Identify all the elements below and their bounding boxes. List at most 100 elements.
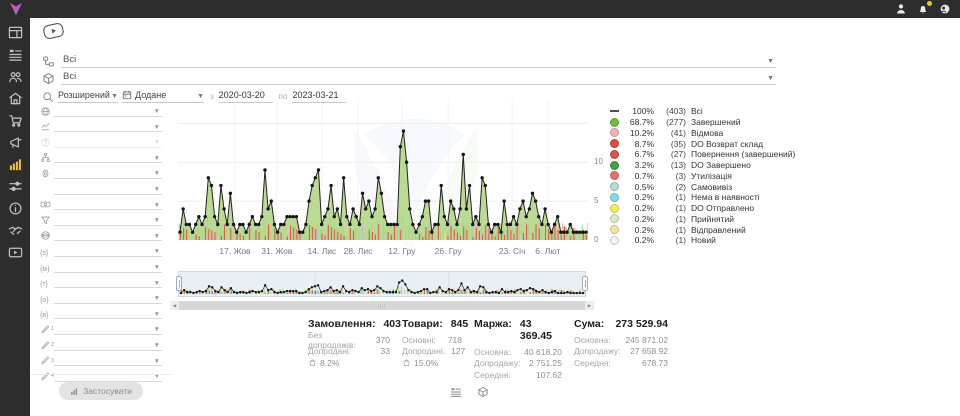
sidebar-item-automation[interactable] bbox=[8, 179, 23, 194]
panel-filter-select[interactable]: ▼ bbox=[54, 323, 162, 335]
panel-filter-var-т: {т}▼ bbox=[40, 273, 162, 289]
panel-filter-select[interactable]: ▼ bbox=[54, 105, 162, 117]
legend-dot-swatch bbox=[610, 128, 619, 137]
notifications-icon[interactable] bbox=[917, 3, 929, 15]
chart-navigator[interactable] bbox=[178, 271, 586, 297]
legend-item[interactable]: 0.2%(1)Нема в наявності bbox=[610, 192, 795, 203]
legend-percent: 0.2% bbox=[624, 235, 654, 245]
panel-filter-select[interactable]: ▼ bbox=[54, 151, 162, 163]
panel-filter-select[interactable]: ▼ bbox=[54, 229, 162, 241]
category-select[interactable]: Всі ▼ bbox=[61, 54, 776, 68]
topbar-actions bbox=[895, 0, 951, 18]
hierarchy-icon bbox=[40, 152, 54, 163]
legend-item[interactable]: 0.2%(1)DO Отправлено bbox=[610, 203, 795, 214]
stat-column: Замовлення:403Без допродажів:370Допродан… bbox=[308, 318, 390, 381]
panel-filter-select[interactable]: ▼ bbox=[54, 198, 162, 210]
sidebar-item-marketing[interactable] bbox=[8, 135, 23, 150]
legend-item[interactable]: 10.2%(41)Відмова bbox=[610, 128, 795, 139]
panel-filter-select[interactable]: ▼ bbox=[54, 167, 162, 179]
stat-sub-value: 245 871.02 bbox=[625, 335, 668, 345]
legend-item[interactable]: 8.7%(35)DO Возврат склад bbox=[610, 138, 795, 149]
stat-column: Сума:273 529.94Основна:245 871.02Допрода… bbox=[574, 318, 668, 381]
cube-icon bbox=[40, 184, 51, 195]
stat-sub-label: Основна: bbox=[474, 347, 511, 357]
legend-item[interactable]: 6.7%(27)Повернення (завершений) bbox=[610, 149, 795, 160]
panel-filter-select[interactable]: ▼ bbox=[54, 292, 162, 304]
sidebar-item-videos[interactable] bbox=[8, 245, 23, 260]
legend-label: DO Возврат склад bbox=[691, 139, 763, 149]
panel-filter-select[interactable]: ▼ bbox=[54, 276, 162, 288]
legend-item[interactable]: 0.5%(2)Самовивіз bbox=[610, 181, 795, 192]
panel-filter-select[interactable]: ▼ bbox=[54, 214, 162, 226]
legend-item[interactable]: 0.2%(1)Відправлений bbox=[610, 224, 795, 235]
panel-filter-var-в: {в}▼ bbox=[40, 304, 162, 320]
view-toggle-icons bbox=[450, 386, 489, 398]
panel-filter-select[interactable]: ▼ bbox=[54, 354, 162, 366]
scrollbar-thumb[interactable]: |||| bbox=[179, 301, 585, 310]
sidebar-item-store[interactable] bbox=[8, 91, 23, 106]
sidebar-item-partners[interactable] bbox=[8, 223, 23, 238]
x-tick-label: 26. Гру bbox=[435, 246, 462, 256]
legend-item[interactable]: 0.7%(3)Утилізація bbox=[610, 171, 795, 182]
legend-label: Прийнятий bbox=[691, 214, 734, 224]
panel-filter-select[interactable]: ▼ bbox=[54, 183, 162, 195]
chevron-down-icon: ▼ bbox=[154, 203, 162, 210]
sidebar-item-dashboard[interactable] bbox=[8, 25, 23, 40]
panel-filter-select[interactable]: ▼ bbox=[54, 261, 162, 273]
legend-count: (277) bbox=[658, 117, 686, 127]
legend-item[interactable]: 100%(403)Всі bbox=[610, 106, 795, 117]
chevron-down-icon: ▼ bbox=[154, 359, 162, 366]
scroll-right-button[interactable]: ▶ bbox=[585, 301, 594, 310]
stat-subrow: Середня:678.73 bbox=[574, 357, 668, 369]
stat-subrow: Допродані:127 bbox=[402, 346, 462, 358]
apply-button[interactable]: Застосувати bbox=[59, 382, 143, 400]
globe-icon bbox=[40, 106, 51, 117]
sidebar-item-analytics[interactable] bbox=[8, 157, 23, 172]
panel-filter-select[interactable]: ▼ bbox=[54, 245, 162, 257]
stat-column: Маржа:43 369.45Основна:40 618.20Допродаж… bbox=[474, 318, 562, 381]
panel-filter-var-м: {м}▼ bbox=[40, 257, 162, 273]
chevron-down-icon: ▼ bbox=[154, 327, 162, 334]
navigator-right-handle[interactable] bbox=[582, 276, 588, 291]
legend-item[interactable]: 0.2%(1)Новий bbox=[610, 235, 795, 246]
legend-label: Всі bbox=[691, 106, 703, 116]
chart-icon bbox=[70, 387, 79, 396]
list-view-icon[interactable] bbox=[450, 386, 462, 398]
legend-item[interactable]: 68.7%(277)Завершений bbox=[610, 117, 795, 128]
orders-chart-card: 0510 17. Жов31. Жов14. Лис28. Лис12. Гру… bbox=[170, 95, 798, 315]
sidebar-item-orders[interactable] bbox=[8, 47, 23, 62]
scroll-left-button[interactable]: ◀ bbox=[170, 301, 179, 310]
stat-value: 845 bbox=[451, 318, 469, 330]
sidebar-item-customers[interactable] bbox=[8, 69, 23, 84]
stat-header: Товари:845 bbox=[402, 318, 462, 330]
stat-subrow: Середня:107.62 bbox=[474, 369, 562, 381]
y-tick-label: 10 bbox=[594, 157, 603, 166]
filter-panel: ▼▼▼▼▼▼▼▼▼{s}▼{м}▼{т}▼{о}▼{в}▼1▼2▼3▼4▼ bbox=[40, 101, 162, 382]
brace-var-icon: {s} bbox=[40, 250, 54, 257]
panel-filter-select[interactable]: ▼ bbox=[54, 307, 162, 319]
legend-item[interactable]: 3.2%(13)DO Завершено bbox=[610, 160, 795, 171]
user-icon[interactable] bbox=[895, 3, 907, 15]
cart-icon bbox=[8, 113, 23, 128]
navigator-left-handle[interactable] bbox=[176, 276, 182, 291]
legend-dot-swatch bbox=[610, 236, 619, 245]
panel-filter-select[interactable]: ▼ bbox=[54, 120, 162, 132]
report-video-icon[interactable] bbox=[42, 21, 66, 41]
chart-scrollbar: ◀ |||| ▶ bbox=[170, 301, 594, 310]
product-view-icon[interactable] bbox=[477, 386, 489, 398]
product-select[interactable]: Всі ▼ bbox=[61, 71, 776, 85]
y-tick-label: 0 bbox=[594, 235, 598, 244]
legend-count: (35) bbox=[658, 139, 686, 149]
sidebar-item-purchases[interactable] bbox=[8, 113, 23, 128]
profile-icon[interactable] bbox=[939, 3, 951, 15]
panel-filter-select[interactable]: ▼ bbox=[54, 339, 162, 351]
legend-item[interactable]: 0.2%(1)Прийнятий bbox=[610, 214, 795, 225]
chevron-down-icon: ▼ bbox=[154, 171, 162, 178]
panel-filter-var-s: {s}▼ bbox=[40, 241, 162, 257]
profile-icon bbox=[939, 3, 951, 15]
legend-label: Повернення (завершений) bbox=[691, 149, 795, 159]
sidebar-item-info[interactable] bbox=[8, 201, 23, 216]
stat-sub-value: 40 618.20 bbox=[524, 347, 562, 357]
legend-label: Нема в наявності bbox=[691, 192, 760, 202]
y-tick-label: 5 bbox=[594, 196, 598, 205]
